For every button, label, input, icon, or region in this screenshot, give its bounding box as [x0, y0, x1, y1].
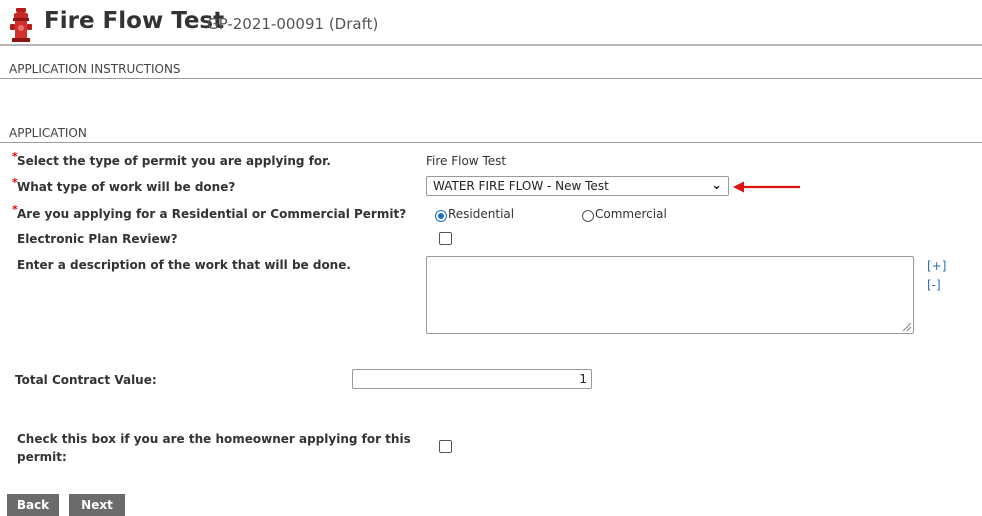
work-type-selected-value: WATER FIRE FLOW - New Test [433, 179, 609, 193]
commercial-radio-label[interactable]: Commercial [595, 207, 667, 221]
section-divider [0, 78, 982, 79]
homeowner-checkbox[interactable] [439, 440, 452, 453]
residential-radio[interactable] [435, 210, 447, 222]
collapse-textarea-link[interactable]: [-] [927, 278, 941, 292]
homeowner-label-line2: permit: [17, 450, 67, 464]
homeowner-label-line1: Check this box if you are the homeowner … [17, 432, 411, 446]
plan-review-label: Electronic Plan Review? [17, 232, 178, 246]
section-divider [0, 142, 982, 143]
commercial-radio[interactable] [582, 210, 594, 222]
back-button[interactable]: Back [7, 494, 59, 516]
required-marker: * [12, 150, 18, 163]
section-application-instructions[interactable]: APPLICATION INSTRUCTIONS [9, 62, 181, 76]
expand-textarea-link[interactable]: [+] [927, 259, 946, 273]
required-marker: * [12, 176, 18, 189]
next-button[interactable]: Next [69, 494, 125, 516]
chevron-down-icon: ⌄ [711, 178, 722, 193]
residential-radio-label[interactable]: Residential [448, 207, 514, 221]
resize-handle-icon[interactable] [903, 323, 911, 331]
contract-value-input[interactable]: 1 [352, 369, 592, 389]
permit-type-value: Fire Flow Test [426, 154, 507, 168]
required-marker: * [12, 203, 18, 216]
fire-hydrant-icon [10, 8, 32, 42]
header-divider [0, 44, 982, 46]
section-application: APPLICATION [9, 126, 87, 140]
contract-value-label: Total Contract Value: [15, 373, 157, 387]
description-label: Enter a description of the work that wil… [17, 258, 351, 272]
permit-number: GP-2021-00091 (Draft) [207, 15, 379, 33]
permit-type-label: * Select the type of permit you are appl… [12, 150, 331, 168]
work-type-select[interactable]: WATER FIRE FLOW - New Test ⌄ [426, 176, 729, 196]
description-textarea[interactable] [426, 256, 914, 334]
work-type-label: * What type of work will be done? [12, 176, 236, 194]
plan-review-checkbox[interactable] [439, 232, 452, 245]
annotation-arrow [733, 181, 800, 193]
permit-category-label: * Are you applying for a Residential or … [12, 203, 407, 221]
page-title: Fire Flow Test [44, 8, 225, 34]
